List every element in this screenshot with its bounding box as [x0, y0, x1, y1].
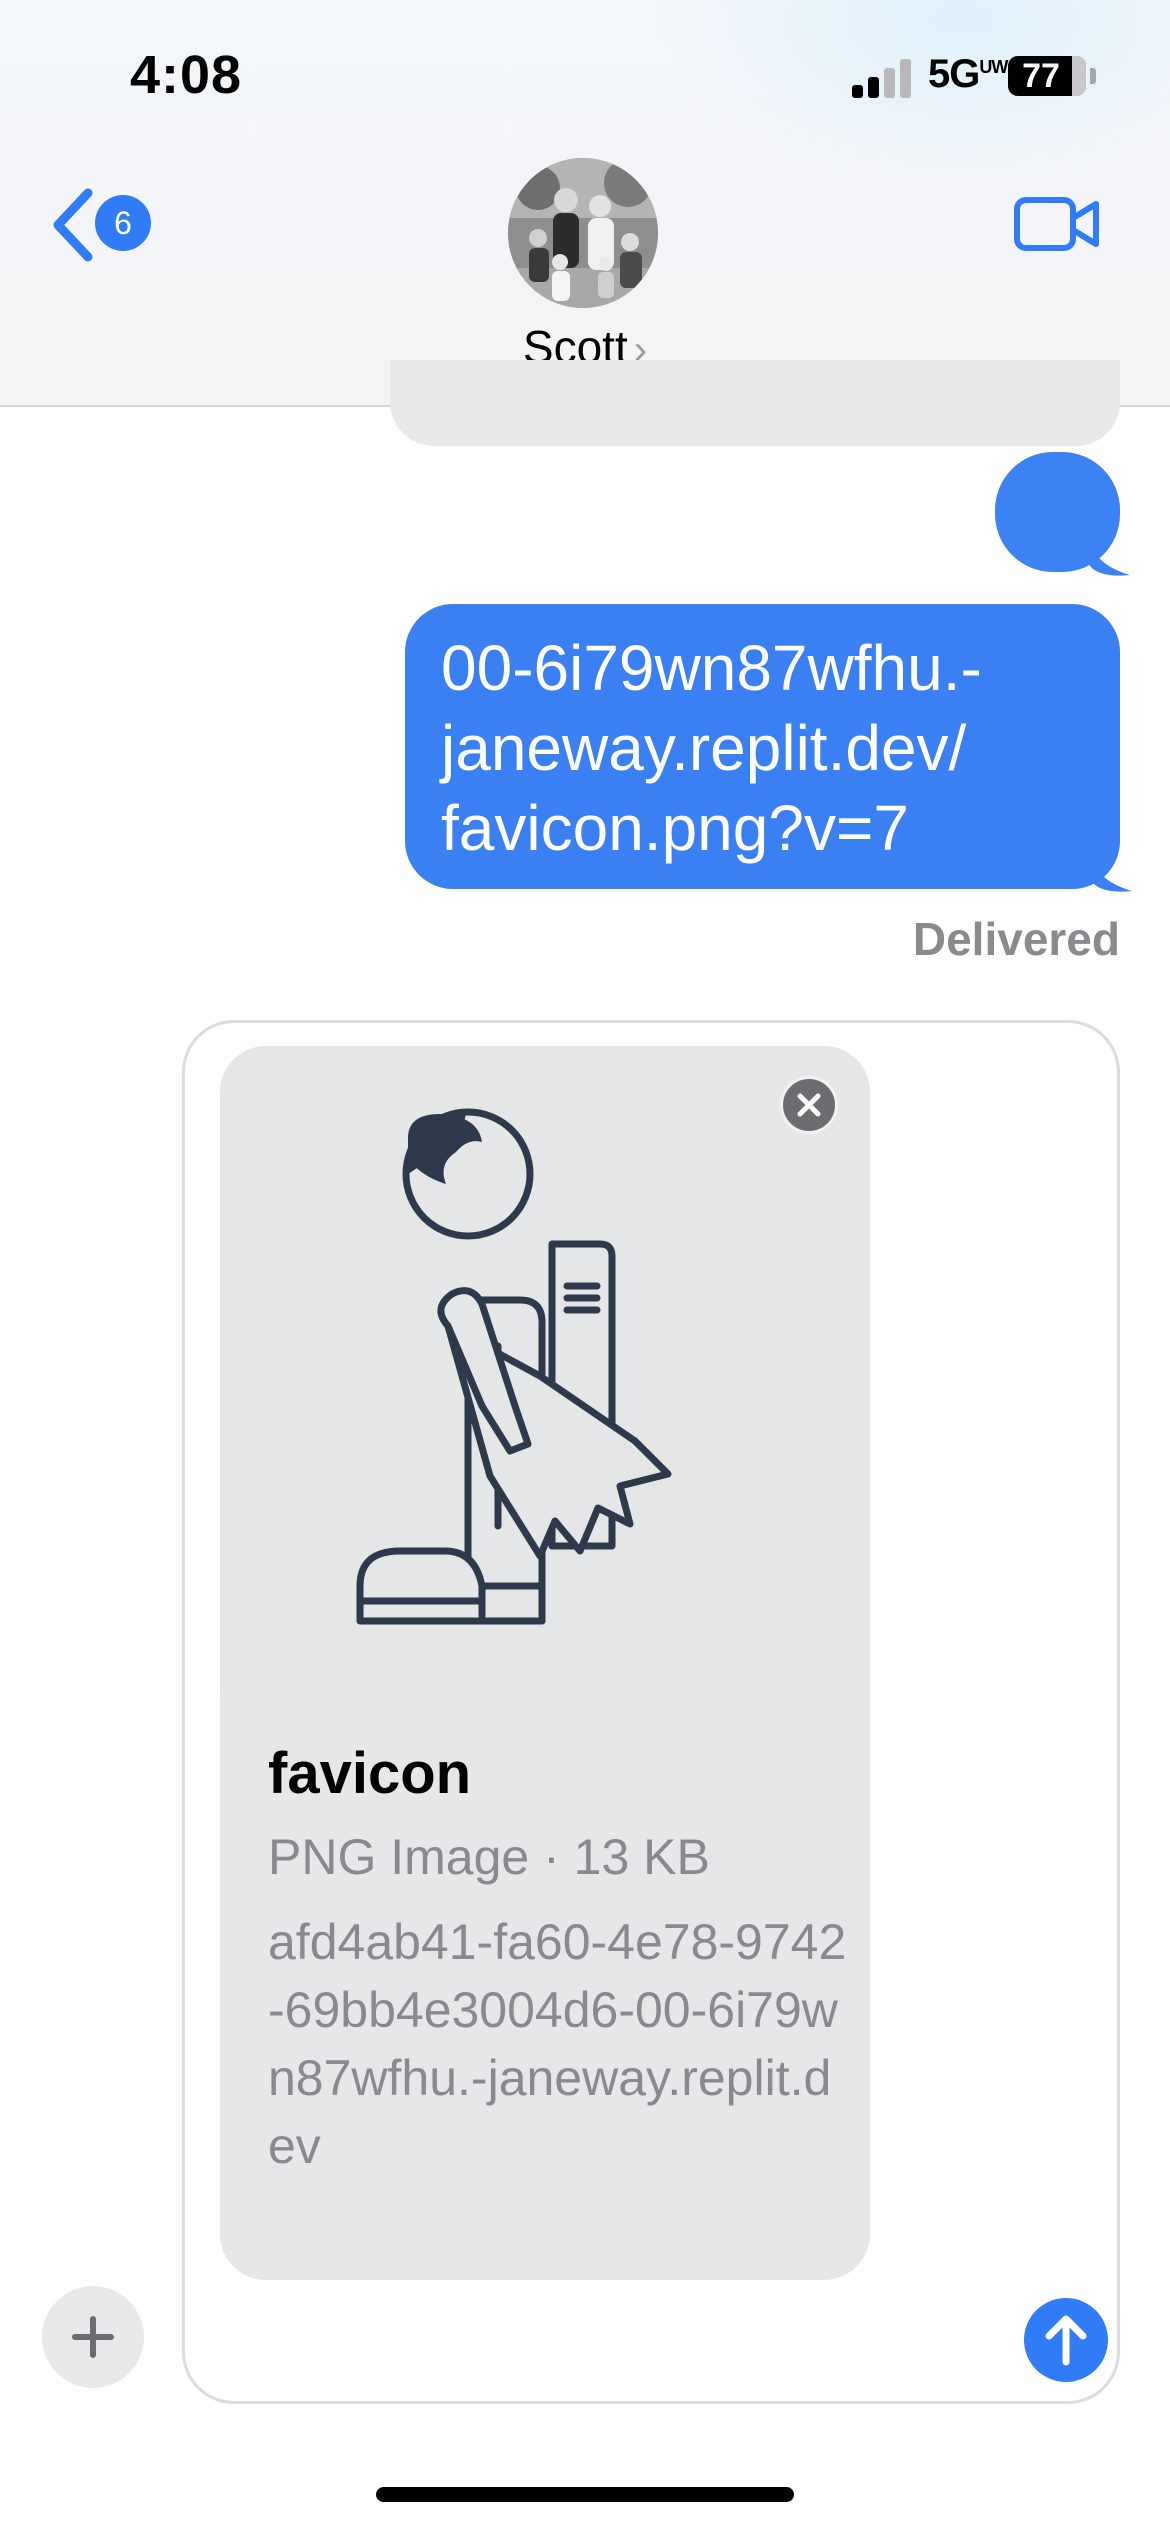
astronaut-favicon-icon	[356, 1108, 672, 1625]
attachment-source: afd4ab41-fa60-4e78-9742-69bb4e3004d6-00-…	[268, 1914, 847, 2174]
link-text-line[interactable]: janeway.replit.dev/	[441, 708, 1090, 788]
attachment-preview	[220, 1046, 870, 1694]
delivery-status: Delivered	[912, 913, 1120, 965]
signal-strength-icon	[852, 58, 912, 98]
home-indicator	[376, 2487, 794, 2502]
network-type: 5GUW	[928, 52, 1008, 97]
video-camera-icon	[1014, 197, 1099, 251]
attachment-meta: PNG Image · 13 KB	[268, 1829, 710, 1885]
unread-count-badge[interactable]: 6	[95, 195, 151, 251]
link-text-line[interactable]: favicon.png?v=7	[441, 788, 1090, 868]
close-icon	[797, 1093, 821, 1117]
battery-icon: 77	[1008, 56, 1086, 96]
bubble-tail	[1092, 856, 1132, 892]
battery-level: 77	[1022, 57, 1060, 95]
battery-tip	[1090, 68, 1096, 84]
bubble-tail	[1090, 540, 1130, 576]
family-photo-icon	[508, 158, 658, 308]
previous-message-bubble[interactable]	[390, 360, 1120, 446]
plus-icon	[72, 2316, 114, 2358]
contact-avatar[interactable]	[508, 158, 658, 308]
facetime-video-button[interactable]	[1014, 196, 1100, 252]
status-time: 4:08	[130, 45, 243, 105]
arrow-up-icon	[1045, 2315, 1087, 2366]
remove-attachment-button[interactable]	[780, 1076, 838, 1134]
network-suffix: UW	[979, 57, 1008, 77]
add-attachment-button[interactable]	[42, 2286, 144, 2388]
outgoing-link-message[interactable]: 00-6i79wn87wfhu.- janeway.replit.dev/ fa…	[405, 604, 1120, 889]
network-label: 5G	[928, 52, 980, 96]
attachment-title: favicon	[268, 1741, 472, 1806]
send-button[interactable]	[1024, 2298, 1108, 2382]
chevron-left-icon	[53, 188, 93, 262]
link-text-line[interactable]: 00-6i79wn87wfhu.-	[441, 628, 1090, 708]
